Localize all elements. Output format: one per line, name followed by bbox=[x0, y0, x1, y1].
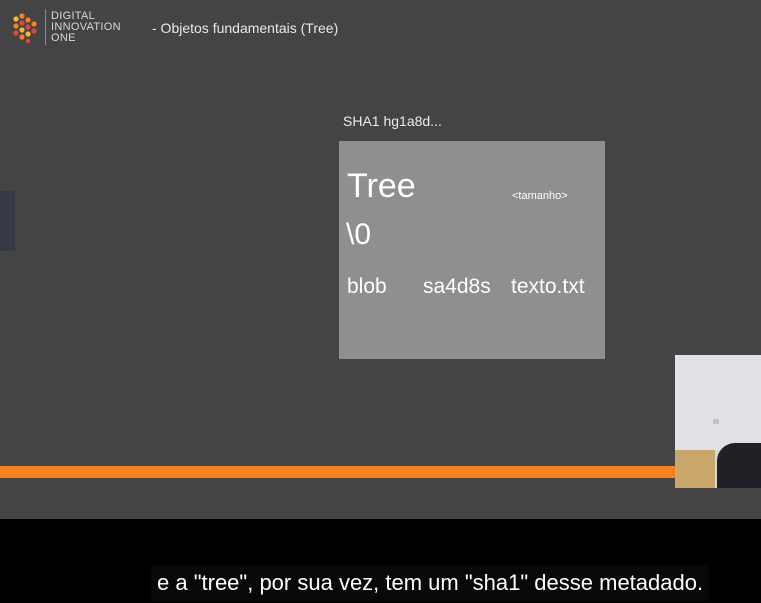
tree-object-box: Tree <tamanho> \0 blob sa4d8s texto.txt bbox=[339, 141, 605, 359]
entry-filename: texto.txt bbox=[511, 275, 585, 298]
side-panel-tab[interactable] bbox=[0, 191, 15, 251]
logo-line-3: ONE bbox=[51, 32, 76, 44]
accent-bar bbox=[0, 466, 761, 478]
logo-divider bbox=[45, 9, 46, 45]
subtitle-caption: e a "tree", por sua vez, tem um "sha1" d… bbox=[151, 565, 710, 601]
webcam-overlay bbox=[675, 355, 761, 488]
tree-size-label: <tamanho> bbox=[512, 190, 568, 202]
entry-hash: sa4d8s bbox=[423, 275, 491, 298]
slide: DIGITAL INNOVATION ONE - Objetos fundame… bbox=[0, 0, 761, 519]
null-char-label: \0 bbox=[346, 218, 372, 251]
slide-title: - Objetos fundamentais (Tree) bbox=[152, 20, 339, 36]
sha1-label: SHA1 hg1a8d... bbox=[343, 113, 442, 129]
logo-wordmark: DIGITAL INNOVATION ONE bbox=[51, 11, 121, 44]
webcam-door bbox=[675, 450, 715, 488]
entry-mode: blob bbox=[347, 275, 387, 298]
webcam-chair bbox=[717, 443, 761, 488]
webcam-wall bbox=[675, 355, 761, 450]
tree-type-label: Tree bbox=[347, 167, 416, 205]
webcam-light-switch bbox=[713, 419, 719, 424]
dio-logo-icon bbox=[13, 13, 37, 44]
